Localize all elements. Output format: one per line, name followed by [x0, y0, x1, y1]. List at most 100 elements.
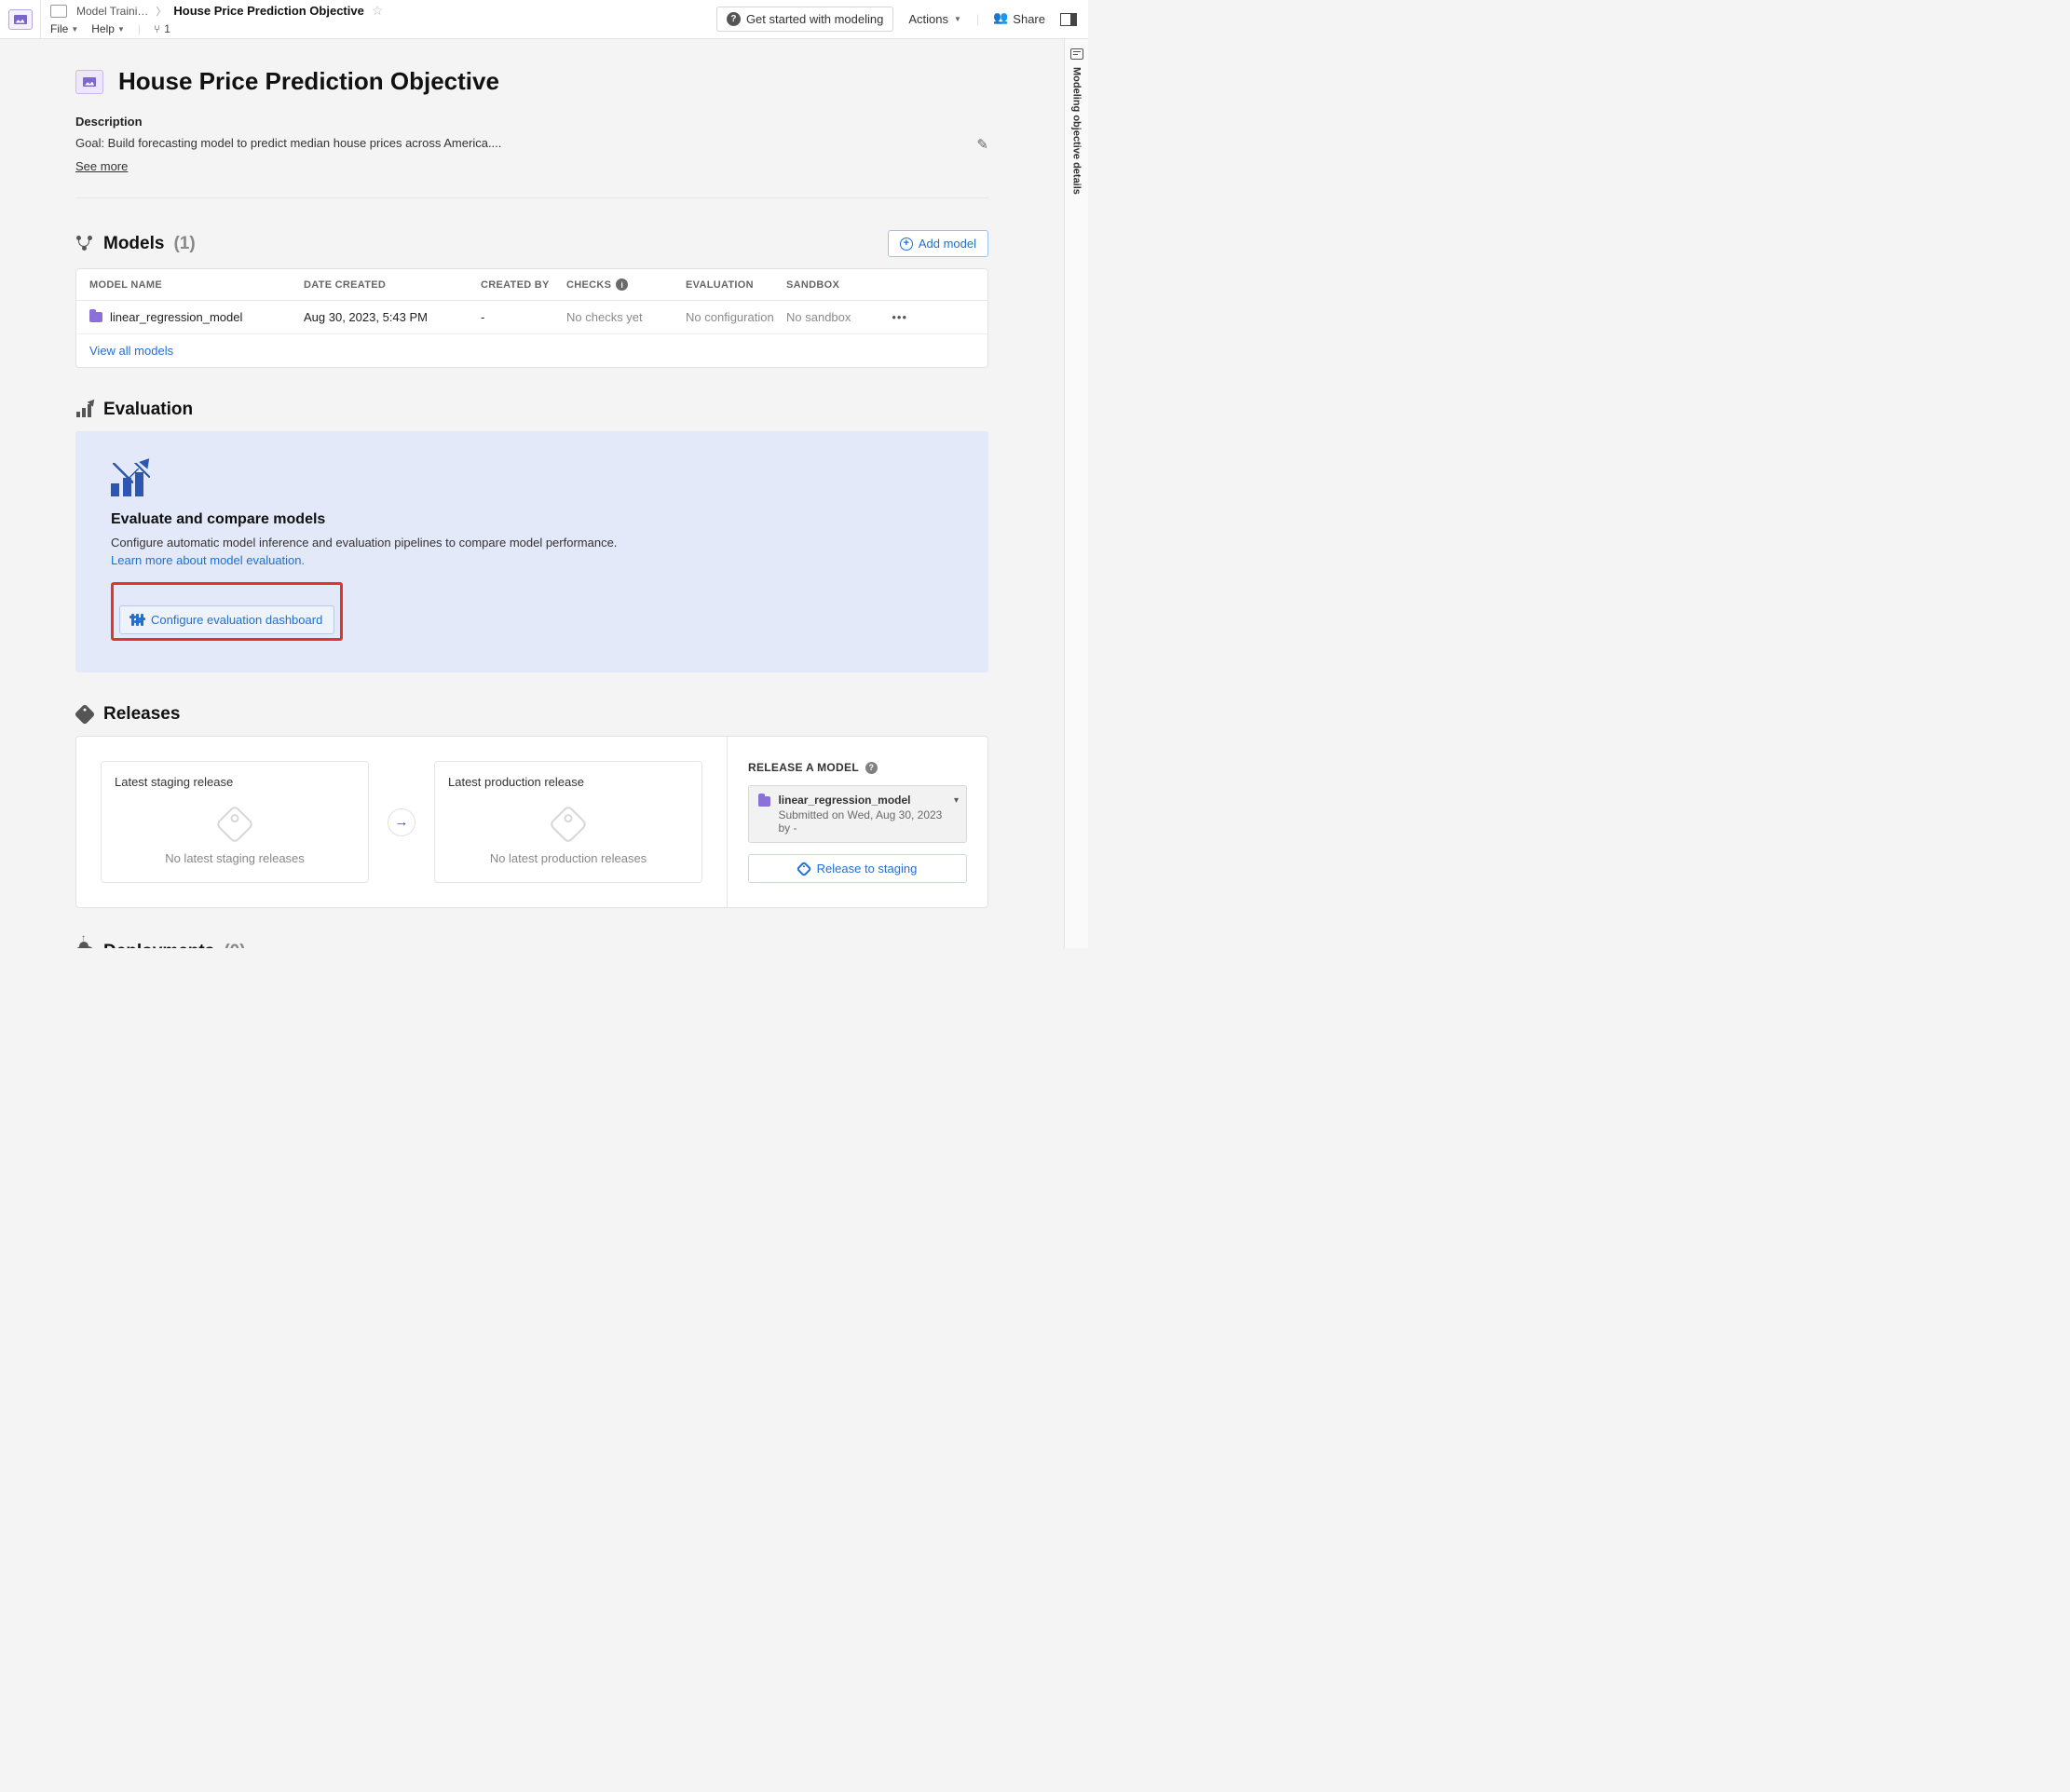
col-created-by: CREATED BY: [481, 279, 566, 291]
chevron-down-icon: ▼: [954, 15, 961, 23]
menu-file[interactable]: File▼: [50, 22, 78, 35]
table-row[interactable]: linear_regression_model Aug 30, 2023, 5:…: [76, 301, 987, 334]
sliders-icon: [131, 614, 143, 626]
model-date-cell: Aug 30, 2023, 5:43 PM: [304, 310, 481, 324]
deployments-count: (0): [224, 942, 245, 948]
production-label: Latest production release: [448, 775, 688, 789]
right-rail[interactable]: Modeling objective details: [1064, 39, 1088, 948]
get-started-button[interactable]: ? Get started with modeling: [716, 7, 893, 32]
models-label: Models: [103, 234, 164, 254]
col-sandbox: SANDBOX: [786, 279, 879, 291]
view-all-models-row: View all models: [76, 334, 987, 367]
release-to-staging-button[interactable]: Release to staging: [748, 854, 967, 883]
page-title: House Price Prediction Objective: [118, 67, 499, 96]
topbar: Model Traini… 〉 House Price Prediction O…: [0, 0, 1088, 39]
main-scroll[interactable]: House Price Prediction Objective Descrip…: [0, 39, 1064, 948]
right-rail-label: Modeling objective details: [1071, 67, 1083, 195]
add-model-button[interactable]: + Add model: [888, 230, 988, 257]
release-model-submitted: Submitted on Wed, Aug 30, 2023 by -: [778, 808, 957, 835]
col-date-created: DATE CREATED: [304, 279, 481, 291]
model-name-cell[interactable]: linear_regression_model: [89, 310, 304, 324]
tag-icon: [796, 861, 811, 876]
actions-dropdown[interactable]: Actions ▼: [901, 7, 969, 31]
deployments-icon: [75, 943, 94, 948]
content: House Price Prediction Objective Descrip…: [75, 39, 988, 948]
branch-icon: ⑂: [154, 22, 160, 35]
share-icon: [994, 13, 1007, 26]
see-more-link[interactable]: See more: [75, 159, 128, 173]
model-checks-cell: No checks yet: [566, 310, 686, 324]
breadcrumb: Model Traini… 〉 House Price Prediction O…: [41, 0, 705, 20]
info-icon[interactable]: ?: [865, 762, 878, 774]
details-icon: [1070, 48, 1083, 60]
production-empty-text: No latest production releases: [490, 851, 647, 865]
models-table-header: MODEL NAME DATE CREATED CREATED BY CHECK…: [76, 269, 987, 301]
releases-icon: [75, 705, 94, 724]
configure-evaluation-button[interactable]: Configure evaluation dashboard: [119, 605, 334, 634]
deployments-label: Deployments: [103, 942, 214, 948]
description-label: Description: [75, 115, 988, 129]
evaluation-panel: Evaluate and compare models Configure au…: [75, 431, 988, 672]
releases-label: Releases: [103, 704, 180, 725]
breadcrumb-icon: [50, 5, 67, 18]
col-checks: CHECKS i: [566, 278, 686, 291]
highlight-annotation: Configure evaluation dashboard: [111, 582, 343, 641]
staging-empty-text: No latest staging releases: [165, 851, 305, 865]
model-by-cell: -: [481, 310, 566, 324]
arrow-right-icon: →: [388, 808, 415, 836]
evaluation-section: Evaluation Evaluate and compare models C…: [75, 400, 988, 672]
learn-more-link[interactable]: Learn more about model evaluation.: [111, 553, 305, 567]
staging-label: Latest staging release: [115, 775, 355, 789]
evaluation-panel-desc: Configure automatic model inference and …: [111, 536, 953, 550]
menu-separator: |: [138, 22, 141, 35]
app-icon: [8, 9, 33, 30]
release-a-model-header: RELEASE A MODEL ?: [748, 761, 967, 774]
objective-icon: [75, 70, 103, 94]
edit-description-icon[interactable]: ✎: [976, 136, 988, 153]
evaluation-label: Evaluation: [103, 400, 193, 420]
tag-icon: [549, 804, 588, 843]
plus-circle-icon: +: [900, 238, 913, 251]
chart-up-icon: [111, 461, 150, 496]
breadcrumb-parent[interactable]: Model Traini…: [76, 5, 148, 18]
production-release-box: Latest production release No latest prod…: [434, 761, 702, 883]
title-block: House Price Prediction Objective Descrip…: [75, 39, 988, 198]
help-icon: ?: [727, 12, 741, 26]
col-model-name: MODEL NAME: [89, 279, 304, 291]
branch-count: 1: [164, 22, 170, 35]
col-evaluation: EVALUATION: [686, 279, 786, 291]
menu-row: File▼ Help▼ | ⑂ 1: [41, 20, 705, 39]
model-folder-icon: [758, 796, 770, 807]
releases-stages: Latest staging release No latest staging…: [76, 737, 727, 907]
app-icon-square[interactable]: [0, 0, 41, 38]
info-icon[interactable]: i: [616, 278, 628, 291]
tag-icon: [215, 804, 254, 843]
model-folder-icon: [89, 312, 102, 322]
releases-section: Releases Latest staging release No lates…: [75, 704, 988, 908]
menu-help[interactable]: Help▼: [91, 22, 125, 35]
topbar-right: ? Get started with modeling Actions ▼ | …: [705, 0, 1088, 38]
release-model-select[interactable]: linear_regression_model Submitted on Wed…: [748, 785, 967, 843]
share-button[interactable]: Share: [987, 7, 1053, 31]
models-section: Models (1) + Add model MODEL NAME DATE C…: [75, 230, 988, 368]
menu-branch[interactable]: ⑂ 1: [154, 22, 170, 35]
evaluation-panel-title: Evaluate and compare models: [111, 511, 953, 528]
topbar-separator: |: [976, 12, 979, 26]
release-model-name: linear_regression_model: [778, 794, 957, 807]
view-all-models-link[interactable]: View all models: [89, 344, 173, 358]
deployments-section: Deployments (0): [75, 942, 988, 948]
star-icon[interactable]: ☆: [372, 3, 384, 19]
models-table: MODEL NAME DATE CREATED CREATED BY CHECK…: [75, 268, 988, 368]
row-more-icon[interactable]: •••: [879, 310, 935, 324]
model-sandbox-cell: No sandbox: [786, 310, 879, 324]
description-text: Goal: Build forecasting model to predict…: [75, 136, 501, 150]
topbar-center: Model Traini… 〉 House Price Prediction O…: [41, 0, 705, 38]
model-eval-cell: No configuration: [686, 310, 786, 324]
evaluation-icon: [75, 400, 94, 419]
release-a-model-panel: RELEASE A MODEL ? linear_regression_mode…: [727, 737, 987, 907]
breadcrumb-title[interactable]: House Price Prediction Objective: [173, 4, 363, 18]
toggle-panel-icon[interactable]: [1060, 13, 1077, 26]
releases-card: Latest staging release No latest staging…: [75, 736, 988, 908]
chevron-down-icon: ▾: [954, 795, 959, 806]
models-icon: [75, 235, 94, 253]
